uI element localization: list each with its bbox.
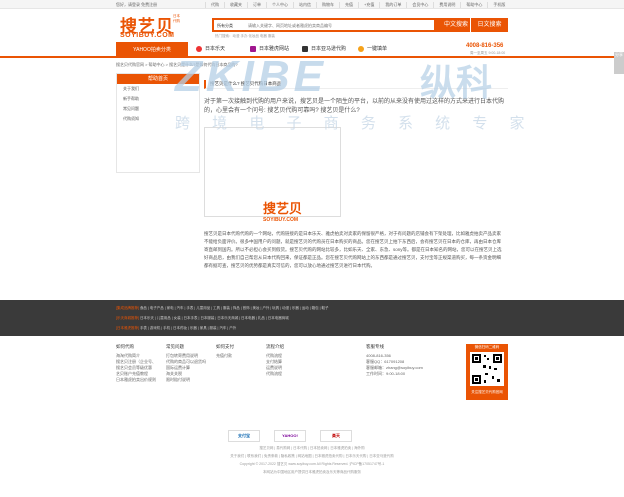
top-bar: 您好，请登录 免费注册 代购 收藏夹 订单 个人中心 站内信 购物车 充值 +充…: [0, 0, 624, 9]
article-image-logo: 搜艺贝 SOYIBUY.COM: [263, 198, 302, 223]
footer-legal-line[interactable]: 关于我们 | 联系我们 | 免责条款 | 隐私政策 | 网站地图 | 日本雅虎拍…: [0, 454, 624, 459]
top-link[interactable]: 会员中心: [406, 2, 433, 8]
recommend-row: [日本雅虎推荐] 手表 | 游戏机 | 手机 | 日本药妆 | 乐器 | 家具 …: [116, 326, 236, 331]
top-link[interactable]: +充值: [358, 2, 379, 8]
nav-item-label: 一键填单: [367, 46, 388, 52]
footer-column-title: 如何支付: [216, 344, 234, 349]
top-links: 代购 收藏夹 订单 个人中心 站内信 购物车 充值 +充值 我的订单 会员中心 …: [205, 2, 510, 8]
footer-links-line[interactable]: 搜艺贝网 | 易代购网 | 日本代购 | 日本拍卖网 | 日本雅虎拍卖 | 海外…: [0, 446, 624, 451]
footer-column: 如何支付 充值付款: [216, 344, 234, 359]
footer-column: 如何代购 海淘代购简介 搜艺贝注册（企业号、 搜艺贝会员等级优惠 艺贝账户充值教…: [116, 344, 156, 383]
qr-code-image: [470, 352, 504, 386]
wechat-qr-panel: 微信扫码二维码 关注搜艺贝代购官网: [466, 344, 508, 400]
top-link[interactable]: 费用说明: [433, 2, 460, 8]
rakuten-icon: [196, 45, 202, 52]
footer-link[interactable]: 充值付款: [216, 353, 234, 359]
nav-item-label: 日本雅虎网站: [259, 46, 290, 52]
footer-column-title: 常见问题: [166, 344, 184, 349]
partner-logos: 支付宝 YAHOO! 楽天: [228, 430, 352, 442]
search-input[interactable]: [248, 23, 438, 28]
nav-item-rakuten[interactable]: 日本乐天: [196, 45, 225, 52]
contact-line: 工作时间：9:00-18:00: [366, 371, 406, 376]
partner-logo-alipay[interactable]: 支付宝: [228, 430, 260, 442]
top-link[interactable]: 手机版: [487, 2, 510, 8]
top-link[interactable]: 我的订单: [379, 2, 406, 8]
nav-item-amazon[interactable]: 日本亚马逊代购: [302, 45, 346, 52]
top-link[interactable]: 帮助中心: [460, 2, 487, 8]
amazon-icon: [302, 45, 308, 52]
side-float-button[interactable]: 分享: [614, 52, 624, 74]
greeting-text[interactable]: 您好，请登录 免费注册: [116, 2, 157, 8]
logo-tag: 日本代购: [173, 14, 180, 23]
article-image: 搜艺贝 SOYIBUY.COM: [204, 127, 341, 223]
footer-link[interactable]: 日本雅虎拍卖出价规则: [116, 377, 156, 383]
watermark-brand-en: ZKIBE: [175, 52, 327, 101]
hotline-number: 4008-816-356: [466, 43, 504, 49]
nav-item-label: 日本亚马逊代购: [311, 46, 347, 52]
footer-column-title: 客服专线: [366, 344, 384, 349]
footer-column: 流程介绍 代购流程 支付结算 运费说明 代购流程: [266, 344, 284, 377]
footer-notice: 本网站为中国地区用户提供日本雅虎拍卖及乐天等商品代购服务: [263, 470, 361, 474]
top-link[interactable]: 购物车: [316, 2, 339, 8]
watermark-slogan: 跨 境 电 子 商 务 系 统 专 家: [175, 115, 534, 132]
nav-item-quick-order[interactable]: 一键填单: [358, 45, 387, 52]
japanese-search-button[interactable]: 日文搜索: [470, 18, 508, 32]
recommend-row-label: [日本雅虎推荐]: [116, 326, 139, 330]
quick-order-icon: [358, 45, 364, 52]
watermark-brand-cn: 纵科: [420, 62, 493, 103]
recommend-row-links[interactable]: 食品 | 电子产品 | 家电 | 汽车 | 手表 | 儿童用品 | 工具 | 服…: [140, 306, 329, 310]
recommend-row-links[interactable]: 日本乐天 | 儿童用品 | 女装 | 日本手表 | 日本服装 | 日本乐天商城 …: [140, 316, 289, 320]
yahoo-icon: [250, 45, 256, 52]
footer-column-title: 如何代购: [116, 344, 134, 349]
article-body: 搜艺贝是日本代购代购的一个网站，代购链接的是日本乐天、雅虎拍卖对卖家的保留很严格…: [204, 230, 504, 270]
article-body-text: 搜艺贝是日本代购代购的一个网站，代购链接的是日本乐天、雅虎拍卖对卖家的保留很严格…: [204, 231, 502, 268]
qr-caption: 微信扫码二维码: [474, 345, 500, 349]
recommend-row-label: [乐天商城推荐]: [116, 316, 139, 320]
recommend-row: [乐天商城推荐] 日本乐天 | 儿童用品 | 女装 | 日本手表 | 日本服装 …: [116, 316, 289, 321]
top-link[interactable]: 站内信: [293, 2, 316, 8]
footer-link[interactable]: 限时赔付说明: [166, 377, 206, 383]
recommend-band: [集成品牌推荐] 食品 | 电子产品 | 家电 | 汽车 | 手表 | 儿童用品…: [0, 300, 624, 336]
copyright-text: Copyright © 2017-2022 搜艺贝 www.soyibuy.co…: [239, 462, 385, 466]
footer-column: 常见问题 打包转寄费用说明 代购的商品可以退货吗 国际运费计算 海关关税 限时赔…: [166, 344, 206, 383]
recommend-row: [集成品牌推荐] 食品 | 电子产品 | 家电 | 汽车 | 手表 | 儿童用品…: [116, 306, 328, 311]
hot-words[interactable]: 热门搜索：动漫 手办 化妆品 电器 服装: [215, 34, 275, 39]
image-brand-cn: 搜艺贝: [263, 201, 303, 216]
footer-column-title: 流程介绍: [266, 344, 284, 349]
site-logo[interactable]: 搜艺贝 日本代购 SOYIBUY.COM: [116, 10, 186, 40]
qr-caption-2: 关注搜艺贝代购官网: [471, 390, 503, 394]
partner-logo-yahoo[interactable]: YAHOO!: [274, 430, 306, 442]
nav-item-yahoo[interactable]: 日本雅虎网站: [250, 45, 289, 52]
footer-contact: 客服专线 4008-816-356 客服QQ：617091208 客服邮箱：zh…: [366, 344, 423, 377]
top-link[interactable]: 收藏夹: [224, 2, 247, 8]
top-link[interactable]: 订单: [247, 2, 266, 8]
recommend-row-links[interactable]: 手表 | 游戏机 | 手机 | 日本药妆 | 乐器 | 家具 | 服装 | 汽车…: [140, 326, 236, 330]
search-category-select[interactable]: 所有分类: [217, 23, 233, 29]
recommend-row-label: [集成品牌推荐]: [116, 306, 139, 310]
image-brand-en: SOYIBUY.COM: [263, 217, 299, 223]
partner-logo-rakuten[interactable]: 楽天: [320, 430, 352, 442]
top-link[interactable]: 个人中心: [266, 2, 293, 8]
nav-item-label: 日本乐天: [205, 46, 226, 52]
top-link[interactable]: 代购: [205, 2, 224, 8]
logo-en: SOYIBUY.COM: [120, 32, 175, 39]
top-link[interactable]: 充值: [339, 2, 358, 8]
footer-link[interactable]: 代购流程: [266, 371, 284, 377]
